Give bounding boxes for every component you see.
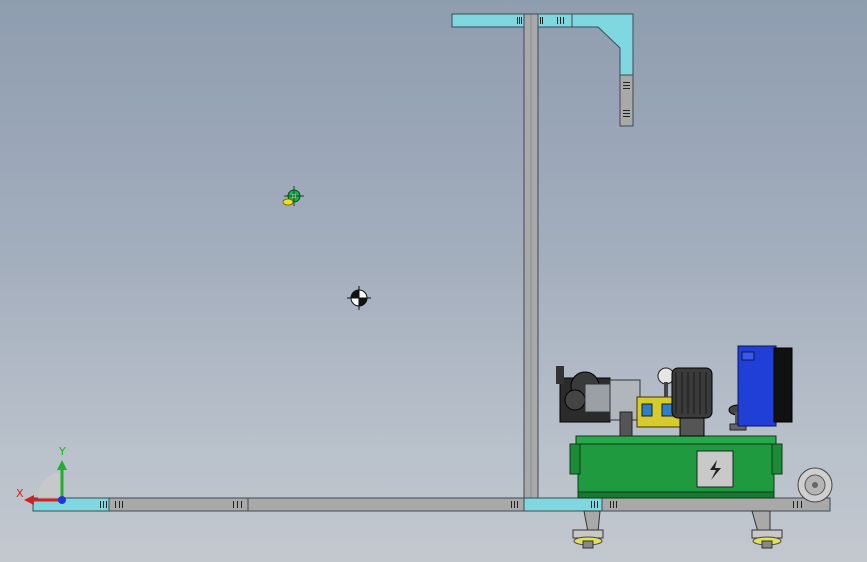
vertical-column[interactable]: [523, 13, 539, 499]
center-of-mass-icon[interactable]: [282, 186, 304, 206]
lightning-icon: [696, 450, 734, 488]
xyz-triad-icon[interactable]: Y X: [16, 445, 67, 505]
fan-housing[interactable]: [797, 467, 833, 503]
cad-viewport[interactable]: Y X: [0, 0, 867, 562]
mounting-feet: [572, 510, 783, 549]
pump-assembly[interactable]: [556, 366, 641, 437]
top-bracket[interactable]: [451, 13, 634, 127]
base-rail[interactable]: [32, 497, 831, 512]
y-axis-label: Y: [58, 445, 66, 458]
origin-icon[interactable]: [347, 286, 371, 310]
x-axis-label: X: [16, 487, 24, 500]
cooler-unit[interactable]: [737, 345, 793, 427]
hydraulic-power-unit[interactable]: [556, 345, 833, 549]
oil-tank[interactable]: [569, 435, 783, 499]
